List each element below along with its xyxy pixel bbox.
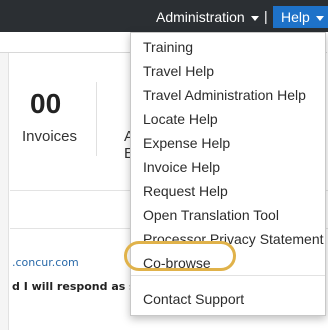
administration-label: Administration	[156, 9, 245, 25]
menu-item-expense-help[interactable]: Expense Help	[143, 135, 230, 151]
menu-item-request-help[interactable]: Request Help	[143, 183, 228, 199]
administration-menu[interactable]: Administration	[156, 9, 259, 25]
help-label: Help	[281, 9, 310, 25]
email-link[interactable]: .concur.com	[12, 256, 79, 269]
invoices-count[interactable]: 00	[30, 88, 61, 120]
menu-item-training[interactable]: Training	[143, 39, 193, 55]
menu-item-open-translation-tool[interactable]: Open Translation Tool	[143, 207, 279, 223]
co-browse-highlight	[124, 241, 236, 271]
chevron-down-icon	[250, 15, 259, 21]
menu-divider	[131, 275, 325, 276]
counter-divider	[96, 82, 97, 156]
chevron-down-icon	[315, 15, 324, 21]
menu-item-travel-administration-help[interactable]: Travel Administration Help	[143, 87, 306, 103]
menu-item-contact-support[interactable]: Contact Support	[143, 291, 244, 307]
nav-separator: |	[264, 8, 268, 24]
menu-item-invoice-help[interactable]: Invoice Help	[143, 159, 220, 175]
invoices-label[interactable]: Invoices	[22, 128, 77, 145]
menu-item-locate-help[interactable]: Locate Help	[143, 111, 218, 127]
menu-item-travel-help[interactable]: Travel Help	[143, 63, 214, 79]
top-navigation-bar: Administration | Help	[0, 0, 328, 32]
message-text: d I will respond as s	[12, 280, 136, 293]
help-menu-button[interactable]: Help	[273, 6, 328, 28]
help-dropdown-menu: Training Travel Help Travel Administrati…	[130, 32, 326, 316]
